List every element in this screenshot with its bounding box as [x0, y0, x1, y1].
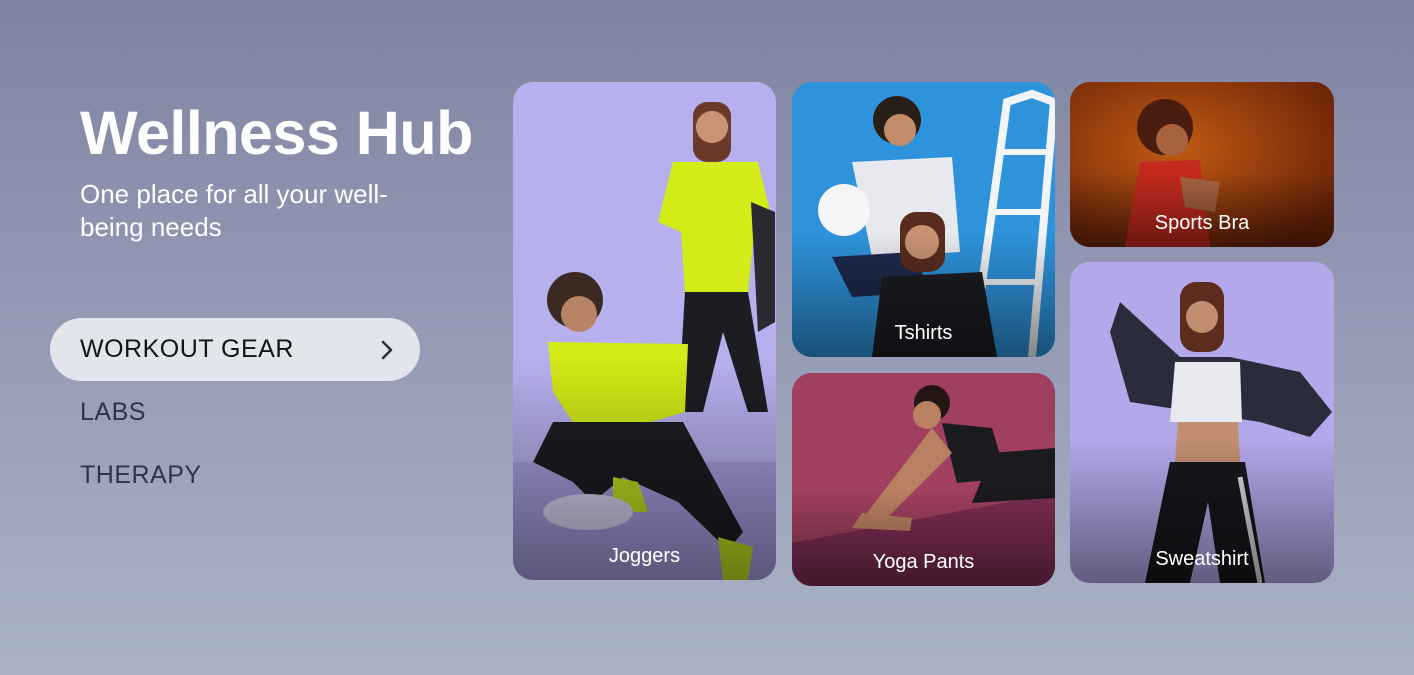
category-nav: WORKOUT GEAR LABS THERAPY	[50, 318, 420, 507]
category-card-joggers[interactable]: Joggers	[513, 82, 776, 580]
nav-item-labs[interactable]: LABS	[50, 381, 420, 444]
card-shade	[1070, 172, 1334, 247]
page-title: Wellness Hub	[80, 99, 473, 167]
category-card-sweatshirt[interactable]: Sweatshirt	[1070, 262, 1334, 583]
nav-item-label: THERAPY	[80, 461, 202, 489]
card-label: Tshirts	[894, 322, 953, 344]
nav-item-label: WORKOUT GEAR	[80, 335, 294, 363]
page-subtitle: One place for all your well-being needs	[80, 179, 388, 242]
nav-item-therapy[interactable]: THERAPY	[50, 444, 420, 507]
nav-item-label: LABS	[80, 398, 146, 426]
card-label: Yoga Pants	[872, 551, 975, 573]
wellness-hub-page: Wellness Hub One place for all your well…	[0, 0, 1414, 675]
category-card-tshirts[interactable]: Tshirts	[792, 82, 1055, 357]
category-card-yoga-pants[interactable]: Yoga Pants	[792, 373, 1055, 586]
card-label: Joggers	[608, 545, 681, 567]
category-card-sports-bra[interactable]: Sports Bra	[1070, 82, 1334, 247]
card-label: Sports Bra	[1154, 212, 1250, 234]
card-label: Sweatshirt	[1155, 548, 1249, 570]
nav-item-workout-gear[interactable]: WORKOUT GEAR	[50, 318, 420, 381]
chevron-right-icon	[381, 340, 393, 359]
